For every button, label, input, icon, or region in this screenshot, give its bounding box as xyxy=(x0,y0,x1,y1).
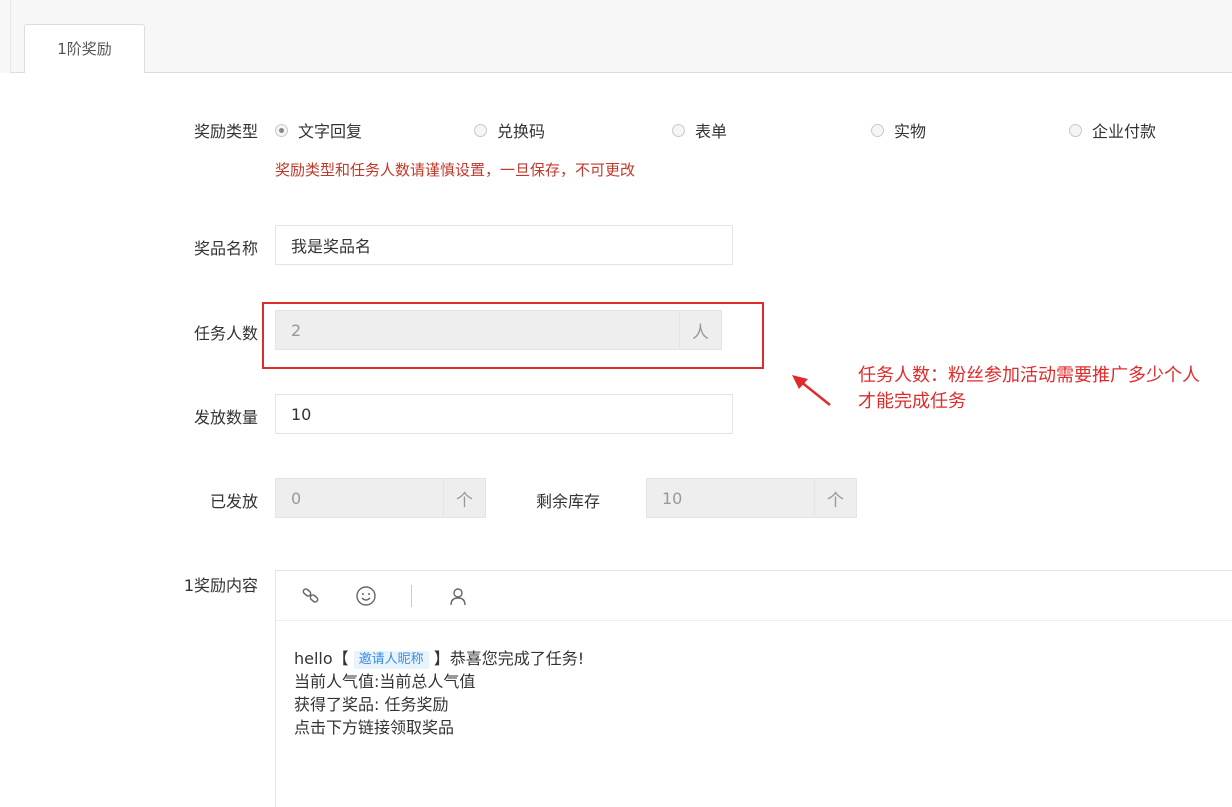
reward-type-label: 奖励类型 xyxy=(193,122,258,141)
content-line-1: hello【 邀请人昵称 】恭喜您完成了任务! xyxy=(294,647,584,670)
content-text: 】恭喜您完成了任务! xyxy=(433,649,585,668)
reward-content-label: 1奖励内容 xyxy=(183,576,258,595)
radio-label: 兑换码 xyxy=(497,122,546,141)
editor-toolbar xyxy=(276,571,1232,621)
remaining-input: 10 xyxy=(646,478,815,518)
issued-unit: 个 xyxy=(443,478,486,518)
tab-bar-edge xyxy=(10,0,11,73)
user-icon[interactable] xyxy=(446,584,470,608)
inviter-nickname-tag[interactable]: 邀请人昵称 xyxy=(353,651,429,669)
annotation-line-2: 才能完成任务 xyxy=(858,391,966,412)
highlight-box xyxy=(262,302,764,369)
radio-label: 表单 xyxy=(695,122,728,141)
prize-name-value: 我是奖品名 xyxy=(291,237,372,256)
tab-bar xyxy=(0,0,1232,73)
issue-count-value: 10 xyxy=(291,404,312,424)
radio-form[interactable]: 表单 xyxy=(672,118,727,142)
radio-dot-icon xyxy=(672,123,685,137)
issue-count-label: 发放数量 xyxy=(193,408,258,427)
issued-input: 0 xyxy=(275,478,444,518)
content-text: hello【 xyxy=(294,649,349,668)
radio-physical[interactable]: 实物 xyxy=(871,118,926,142)
annotation-line-1: 任务人数：粉丝参加活动需要推广多少个人 xyxy=(858,365,1200,386)
radio-label: 文字回复 xyxy=(298,122,363,141)
content-line-2: 当前人气值:当前总人气值 xyxy=(294,672,476,691)
annotation-arrow-icon xyxy=(792,375,831,406)
content-line-4: 点击下方链接领取奖品 xyxy=(294,718,455,737)
issued-value: 0 xyxy=(291,488,302,508)
content-line-3: 获得了奖品: 任务奖励 xyxy=(294,695,449,714)
reward-content-editor[interactable]: hello【 邀请人昵称 】恭喜您完成了任务! 当前人气值:当前总人气值 获得了奖品… xyxy=(275,570,1232,807)
radio-dot-icon xyxy=(871,123,884,137)
radio-dot-icon xyxy=(474,123,487,137)
task-count-annotation: 任务人数：粉丝参加活动需要推广多少个人 才能完成任务 xyxy=(858,363,1200,415)
radio-label: 实物 xyxy=(894,122,927,141)
radio-dot-icon xyxy=(275,123,288,137)
issued-label: 已发放 xyxy=(209,492,258,511)
radio-enterprise-payment[interactable]: 企业付款 xyxy=(1069,118,1156,142)
emoji-icon[interactable] xyxy=(354,584,378,608)
editor-content[interactable]: hello【 邀请人昵称 】恭喜您完成了任务! 当前人气值:当前总人气值 获得了奖品… xyxy=(294,647,584,739)
issue-count-input[interactable]: 10 xyxy=(275,394,733,434)
remaining-label: 剩余库存 xyxy=(535,492,600,511)
prize-name-input[interactable]: 我是奖品名 xyxy=(275,225,733,265)
remaining-unit: 个 xyxy=(814,478,857,518)
task-count-label: 任务人数 xyxy=(193,324,258,343)
tab-level-1-reward[interactable]: 1阶奖励 xyxy=(24,24,145,73)
radio-dot-icon xyxy=(1069,123,1082,137)
radio-text-reply[interactable]: 文字回复 xyxy=(275,118,362,142)
link-icon[interactable] xyxy=(299,584,323,608)
tab-bar-divider xyxy=(10,72,1232,73)
radio-redeem-code[interactable]: 兑换码 xyxy=(474,118,545,142)
toolbar-separator xyxy=(411,585,412,607)
reward-type-warning: 奖励类型和任务人数请谨慎设置，一旦保存，不可更改 xyxy=(275,161,636,179)
prize-name-label: 奖品名称 xyxy=(193,239,258,258)
radio-label: 企业付款 xyxy=(1092,122,1157,141)
remaining-value: 10 xyxy=(662,488,683,508)
